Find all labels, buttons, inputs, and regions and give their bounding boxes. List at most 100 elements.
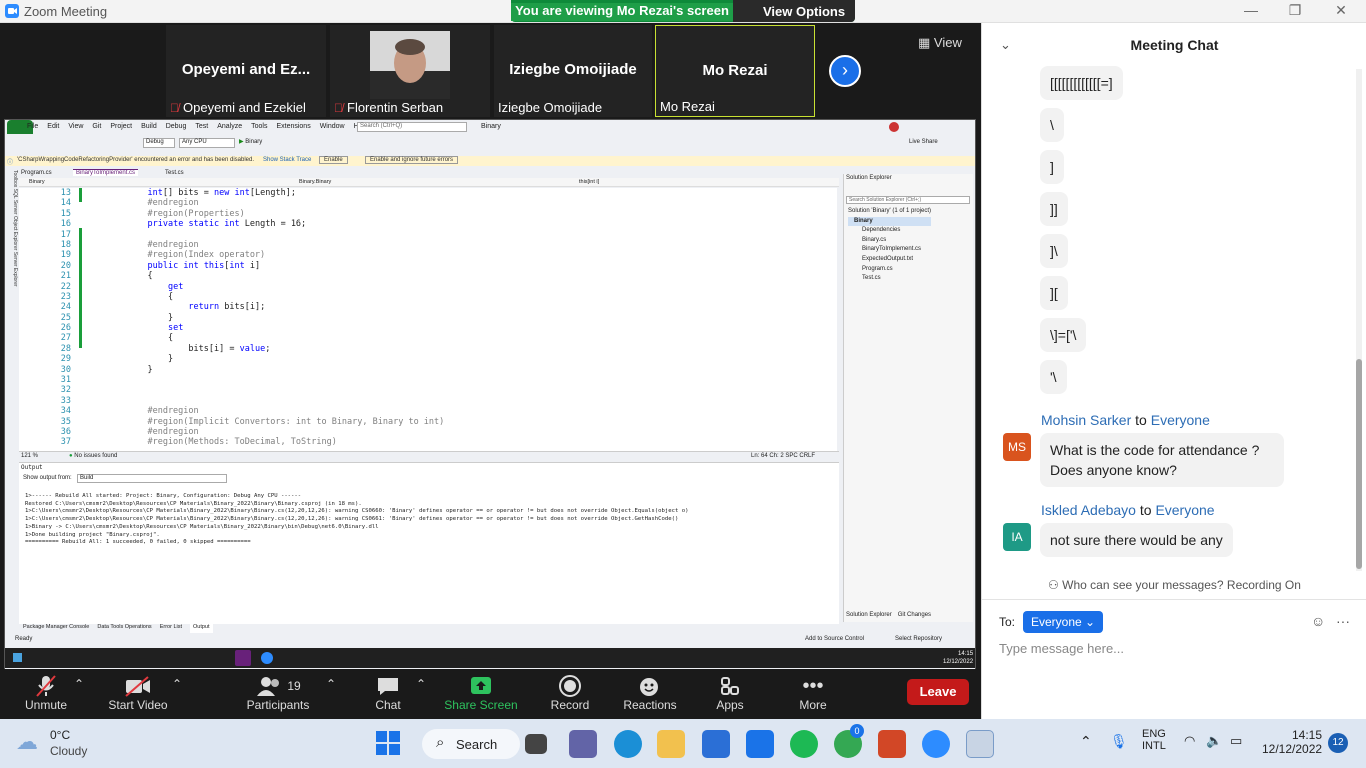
live-share-button[interactable]: Live Share — [909, 139, 938, 145]
tab-test[interactable]: Test.cs — [165, 170, 184, 176]
snipping-tool-icon[interactable] — [966, 730, 994, 758]
mic-icon[interactable]: 🎙 — [1110, 733, 1128, 750]
bottom-tab[interactable]: Error List — [160, 624, 182, 633]
platform-select[interactable]: Any CPU — [179, 138, 235, 148]
taskbar-search[interactable]: ⌕ Search — [422, 729, 520, 759]
maximize-button[interactable]: ❐ — [1280, 2, 1310, 20]
vs-menu-item[interactable]: Test — [195, 123, 208, 130]
teams-icon[interactable] — [569, 730, 597, 758]
enable-button[interactable]: Enable — [319, 156, 348, 164]
apps-button[interactable]: Apps — [690, 674, 770, 712]
solution-item[interactable]: BinaryToImplement.cs — [848, 245, 931, 255]
notepad-icon[interactable] — [746, 730, 774, 758]
more-button[interactable]: ••• More — [773, 674, 853, 713]
recipient-name[interactable]: Everyone — [1155, 502, 1214, 518]
vs-menu-item[interactable]: Analyze — [217, 123, 242, 130]
emoji-icon[interactable]: ☺ — [1311, 613, 1325, 629]
avatar[interactable] — [889, 122, 899, 132]
chat-scrollbar-thumb[interactable] — [1356, 359, 1362, 569]
caret-up-icon[interactable]: ⌃ — [416, 677, 426, 691]
notification-badge[interactable]: 12 — [1328, 733, 1348, 753]
nav-member-select[interactable]: this[int i] — [579, 179, 599, 185]
solution-item[interactable]: Test.cs — [848, 274, 931, 284]
participant-tile-active-speaker[interactable]: Mo Rezai Mo Rezai — [655, 25, 815, 117]
wifi-icon[interactable]: ◠ — [1184, 733, 1195, 749]
vs-menu-item[interactable]: File — [27, 123, 38, 130]
reactions-button[interactable]: Reactions — [610, 674, 690, 712]
config-select[interactable]: Debug — [143, 138, 175, 148]
powerpoint-icon[interactable] — [878, 730, 906, 758]
vs-menu-item[interactable]: Debug — [166, 123, 187, 130]
weather-temp[interactable]: 0°C — [50, 728, 70, 742]
recipient-select[interactable]: Everyone ⌄ — [1023, 611, 1104, 633]
next-page-button[interactable]: › — [829, 55, 861, 87]
more-dots-icon[interactable]: ··· — [1336, 613, 1350, 629]
weather-desc[interactable]: Cloudy — [50, 744, 87, 758]
sender-name[interactable]: Mohsin Sarker — [1041, 412, 1131, 428]
bottom-tab[interactable]: Package Manager Console — [23, 624, 89, 633]
caret-up-icon[interactable]: ⌃ — [172, 677, 182, 691]
tab-git-changes[interactable]: Git Changes — [898, 612, 931, 618]
participants-button[interactable]: 19 Participants — [238, 674, 318, 712]
vs-menu-item[interactable]: Build — [141, 123, 157, 130]
solution-item[interactable]: Solution 'Binary' (1 of 1 project) — [848, 207, 931, 217]
participant-tile[interactable]: Iziegbe Omoijiade Iziegbe Omoijiade — [494, 25, 652, 117]
view-button[interactable]: ▦ View — [918, 35, 962, 51]
view-options-button[interactable]: View Options ⌄ — [733, 0, 855, 34]
participant-tile[interactable]: Opeyemi and Ez... 🎙̸ Opeyemi and Ezekiel — [166, 25, 326, 117]
leave-button[interactable]: Leave — [907, 679, 969, 705]
vs-menu-item[interactable]: Tools — [251, 123, 267, 130]
solution-item[interactable]: Binary — [848, 216, 931, 227]
solution-item[interactable]: Binary.cs — [848, 236, 931, 246]
tab-binarytoimplement[interactable]: BinaryToImplement.cs — [73, 169, 139, 176]
output-source-select[interactable]: Build — [77, 474, 227, 483]
vs-menu-item[interactable]: Project — [110, 123, 132, 130]
zoom-icon[interactable] — [922, 730, 950, 758]
caret-up-icon[interactable]: ⌃ — [326, 677, 336, 691]
clock[interactable]: 14:15 12/12/2022 — [1262, 728, 1322, 756]
zoom-level[interactable]: 121 % — [21, 453, 38, 459]
code-editor[interactable]: 13 int[] bits = new int[Length]; 14 #endr… — [19, 188, 837, 452]
participant-tile[interactable]: 🎙̸ Florentin Serban — [330, 25, 490, 117]
chat-scrollbar-track[interactable] — [1356, 69, 1362, 571]
sender-name[interactable]: Iskled Adebayo — [1041, 502, 1136, 518]
bottom-tab[interactable]: Output — [190, 624, 213, 633]
run-button[interactable]: ▶ Binary — [239, 138, 262, 145]
language-indicator[interactable]: ENG INTL — [1142, 728, 1166, 752]
vs-menu-item[interactable]: Extensions — [276, 123, 310, 130]
enable-ignore-button[interactable]: Enable and ignore future errors — [365, 156, 459, 164]
vs-search-input[interactable]: Search (Ctrl+Q) — [357, 122, 467, 132]
solution-item[interactable]: Program.cs — [848, 265, 931, 275]
edge-icon[interactable] — [614, 730, 642, 758]
side-tool-tabs[interactable]: Toolbox SQL Server Object Explorer Serve… — [8, 170, 18, 320]
bottom-tab[interactable]: Data Tools Operations — [97, 624, 151, 633]
close-button[interactable]: ✕ — [1326, 2, 1356, 20]
chat-message-input[interactable]: Type message here... — [999, 641, 1124, 656]
solution-item[interactable]: Dependencies — [848, 226, 931, 236]
store-icon[interactable] — [702, 730, 730, 758]
tab-solution-explorer[interactable]: Solution Explorer — [846, 612, 892, 618]
task-view-icon[interactable] — [525, 734, 547, 754]
caret-up-icon[interactable]: ⌃ — [74, 677, 84, 691]
nav-project-select[interactable]: Binary — [29, 179, 45, 185]
solution-search-input[interactable]: Search Solution Explorer (Ctrl+;) — [846, 196, 970, 204]
add-source-control-button[interactable]: Add to Source Control — [805, 636, 864, 642]
tab-program[interactable]: Program.cs — [21, 170, 52, 176]
chrome-icon[interactable]: 0 — [834, 724, 864, 758]
nav-type-select[interactable]: Binary.Binary — [299, 179, 331, 185]
recipient-name[interactable]: Everyone — [1151, 412, 1210, 428]
file-explorer-icon[interactable] — [657, 730, 685, 758]
vs-menu-item[interactable]: Git — [92, 123, 101, 130]
share-screen-button[interactable]: Share Screen — [441, 674, 521, 712]
vs-menu-item[interactable]: Edit — [47, 123, 59, 130]
volume-icon[interactable]: 🔈 — [1206, 733, 1222, 749]
message-visibility-info[interactable]: ⚇ Who can see your messages? Recording O… — [982, 578, 1366, 592]
vs-menu-item[interactable]: View — [68, 123, 83, 130]
vs-menu-item[interactable]: Window — [320, 123, 345, 130]
minimize-button[interactable]: — — [1236, 2, 1266, 20]
battery-icon[interactable]: ▭ — [1230, 733, 1242, 749]
show-stack-trace-link[interactable]: Show Stack Trace — [263, 157, 311, 163]
record-button[interactable]: Record — [530, 674, 610, 712]
windows-start-icon[interactable] — [376, 731, 400, 755]
shared-screen[interactable]: File Edit View Git Project Build Debug Test Anal… — [4, 119, 976, 689]
